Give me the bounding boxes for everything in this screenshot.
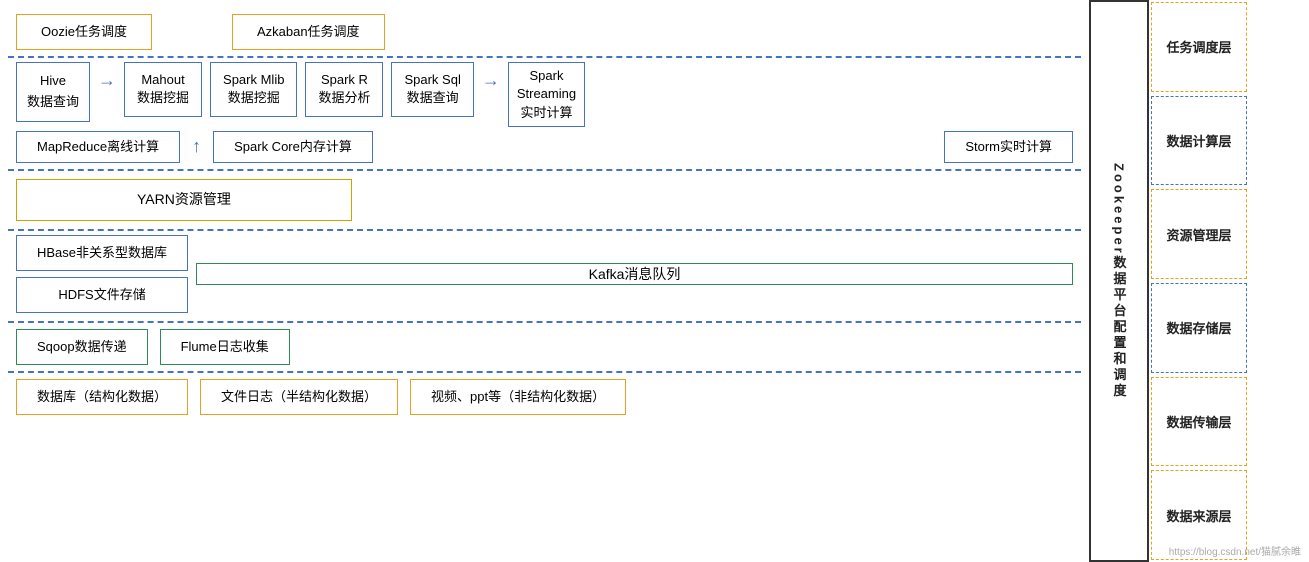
sqoop-box: Sqoop数据传递 — [16, 329, 148, 365]
diagram-area: Oozie任务调度 Azkaban任务调度 Hive 数据查询 → Mahout… — [0, 0, 1089, 562]
spark-core-box: Spark Core内存计算 — [213, 131, 373, 163]
yarn-box: YARN资源管理 — [16, 179, 352, 221]
compute-layer-label: 数据计算层 — [1151, 96, 1247, 186]
resource-row: YARN资源管理 — [8, 171, 1081, 231]
mapreduce-box: MapReduce离线计算 — [16, 131, 180, 163]
spark-streaming-box: Spark Streaming 实时计算 — [508, 62, 585, 127]
mahout-box: Mahout 数据挖掘 — [124, 62, 202, 116]
source-row: 数据库（结构化数据） 文件日志（半结构化数据） 视频、ppt等（非结构化数据） — [8, 373, 1081, 421]
compute-bottom: MapReduce离线计算 ↑ Spark Core内存计算 Storm实时计算 — [16, 131, 1073, 163]
azkaban-box: Azkaban任务调度 — [232, 14, 385, 50]
hive-box: Hive 数据查询 — [16, 62, 90, 122]
compute-top: Hive 数据查询 → Mahout 数据挖掘 Spark Mlib 数据挖掘 … — [16, 62, 1073, 127]
storage-layer-label: 数据存储层 — [1151, 283, 1247, 373]
log-source-box: 文件日志（半结构化数据） — [200, 379, 398, 415]
main-container: Oozie任务调度 Azkaban任务调度 Hive 数据查询 → Mahout… — [0, 0, 1309, 562]
watermark: https://blog.csdn.net/猫腻余睢 — [1169, 543, 1301, 558]
compute-section: Hive 数据查询 → Mahout 数据挖掘 Spark Mlib 数据挖掘 … — [8, 58, 1081, 171]
storm-box: Storm实时计算 — [944, 131, 1073, 163]
spark-r-box: Spark R 数据分析 — [305, 62, 383, 116]
task-layer-label: 任务调度层 — [1151, 2, 1247, 92]
task-row: Oozie任务调度 Azkaban任务调度 — [8, 8, 1081, 58]
transfer-layer-label: 数据传输层 — [1151, 377, 1247, 467]
storage-section: HBase非关系型数据库 HDFS文件存储 Kafka消息队列 — [8, 231, 1081, 323]
kafka-box: Kafka消息队列 — [196, 263, 1073, 285]
layer-labels: 任务调度层 数据计算层 资源管理层 数据存储层 数据传输层 数据来源层 — [1149, 0, 1249, 562]
resource-layer-label: 资源管理层 — [1151, 189, 1247, 279]
transfer-row: Sqoop数据传递 Flume日志收集 — [8, 323, 1081, 373]
zookeeper-col: Zookeeper数据平台配置和调度 — [1089, 0, 1149, 562]
hbase-box: HBase非关系型数据库 — [16, 235, 188, 271]
oozie-box: Oozie任务调度 — [16, 14, 152, 50]
video-source-box: 视频、ppt等（非结构化数据） — [410, 379, 626, 415]
spark-mlib-box: Spark Mlib 数据挖掘 — [210, 62, 297, 116]
spark-sql-box: Spark Sql 数据查询 — [391, 62, 473, 116]
hdfs-box: HDFS文件存储 — [16, 277, 188, 313]
right-panel: Zookeeper数据平台配置和调度 任务调度层 数据计算层 资源管理层 数据存… — [1089, 0, 1309, 562]
db-source-box: 数据库（结构化数据） — [16, 379, 188, 415]
flume-box: Flume日志收集 — [160, 329, 290, 365]
